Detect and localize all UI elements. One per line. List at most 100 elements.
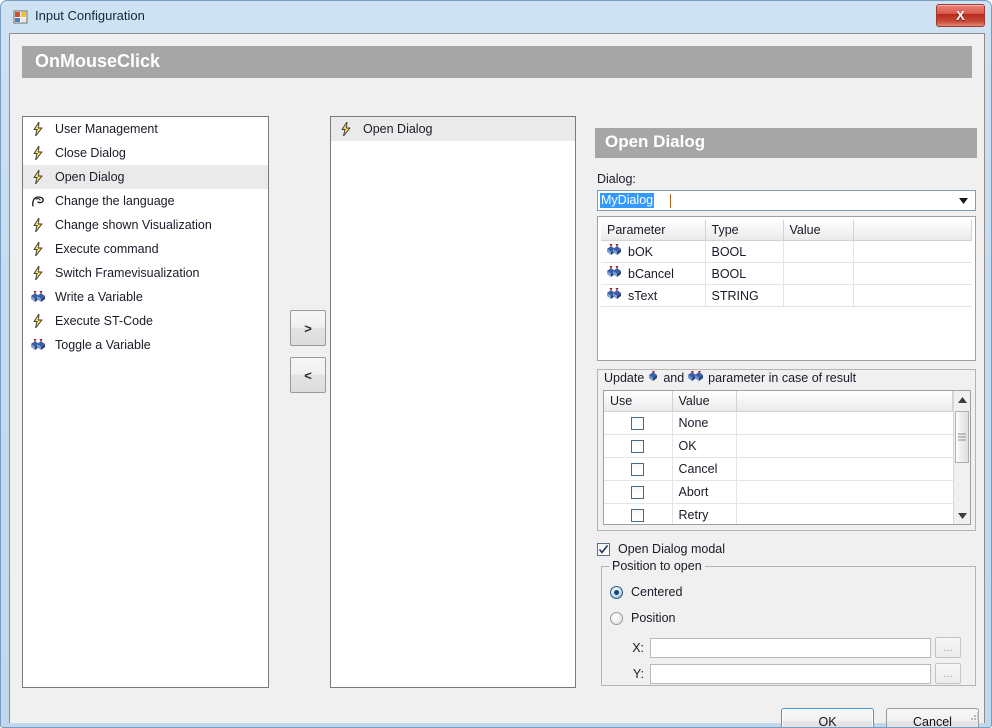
- result-spacer-cell: [736, 434, 953, 458]
- radio-centered-label: Centered: [631, 585, 683, 599]
- radio-position-label: Position: [631, 611, 676, 625]
- list-item-label: Execute command: [55, 242, 159, 256]
- open-dialog-modal-checkbox[interactable]: Open Dialog modal: [597, 542, 725, 556]
- list-item[interactable]: Change the language: [23, 189, 268, 213]
- result-use-cell[interactable]: [604, 434, 673, 458]
- list-item[interactable]: Open Dialog: [331, 117, 575, 141]
- result-column-header[interactable]: Value: [672, 391, 737, 412]
- list-item[interactable]: Switch Framevisualization: [23, 261, 268, 285]
- y-input[interactable]: [650, 663, 931, 684]
- parameter-column-header[interactable]: [853, 220, 972, 241]
- action-detail-panel: Open Dialog Dialog: MyDialog Parameter Ty…: [595, 128, 977, 688]
- assigned-actions-list[interactable]: Open Dialog: [330, 116, 576, 688]
- table-row[interactable]: Cancel: [604, 457, 953, 481]
- close-icon: X: [956, 8, 965, 23]
- list-item-label: Open Dialog: [55, 170, 125, 184]
- result-value-cell: OK: [672, 434, 737, 458]
- x-browse-button[interactable]: ...: [935, 637, 961, 658]
- list-item[interactable]: User Management: [23, 117, 268, 141]
- result-use-cell[interactable]: [604, 457, 673, 481]
- x-input[interactable]: [650, 637, 931, 658]
- inout-variable-icon: [607, 288, 622, 303]
- scroll-up-icon[interactable]: [954, 391, 970, 408]
- resize-grip-icon[interactable]: [968, 709, 980, 721]
- parameter-spacer-cell: [853, 284, 972, 307]
- result-table-scrollbar[interactable]: [953, 391, 970, 524]
- result-spacer-cell: [736, 480, 953, 504]
- detail-banner: Open Dialog: [595, 128, 977, 158]
- checkbox-unchecked-icon[interactable]: [631, 463, 645, 477]
- result-column-header[interactable]: [736, 391, 953, 412]
- position-to-open-group: Position to open Centered Position X: ..…: [601, 559, 976, 686]
- result-title-part1: Update: [604, 371, 645, 385]
- table-row[interactable]: Abort: [604, 480, 953, 504]
- list-item[interactable]: Toggle a Variable: [23, 333, 268, 357]
- result-spacer-cell: [736, 503, 953, 524]
- scroll-down-icon[interactable]: [954, 507, 970, 524]
- parameter-value-cell[interactable]: [783, 262, 854, 285]
- dialog-combobox[interactable]: MyDialog: [597, 190, 976, 211]
- lightning-icon: [337, 121, 355, 137]
- parameter-column-header[interactable]: Type: [705, 220, 784, 241]
- add-action-label: >: [304, 320, 312, 336]
- result-spacer-cell: [736, 457, 953, 481]
- table-row[interactable]: Retry: [604, 503, 953, 524]
- form-icon: [13, 9, 29, 25]
- input-configuration-window: Input Configuration X OnMouseClick User …: [0, 0, 992, 728]
- parameter-value-cell[interactable]: [783, 240, 854, 263]
- inout-variable-icon: [607, 266, 622, 281]
- table-row[interactable]: bCancel BOOL: [601, 262, 972, 285]
- list-item[interactable]: Open Dialog: [23, 165, 268, 189]
- result-use-cell[interactable]: [604, 411, 673, 435]
- radio-centered[interactable]: Centered: [610, 585, 682, 599]
- parameter-column-header[interactable]: Value: [783, 220, 854, 241]
- lightning-icon: [29, 217, 47, 233]
- list-item[interactable]: Close Dialog: [23, 141, 268, 165]
- checkbox-unchecked-icon[interactable]: [631, 417, 645, 431]
- detail-title: Open Dialog: [605, 132, 706, 151]
- result-spacer-cell: [736, 411, 953, 435]
- radio-selected-icon: [610, 585, 623, 599]
- radio-position[interactable]: Position: [610, 611, 675, 625]
- result-use-cell[interactable]: [604, 480, 673, 504]
- result-use-cell[interactable]: [604, 503, 673, 524]
- list-item-label: Switch Framevisualization: [55, 266, 200, 280]
- parameter-value-cell[interactable]: [783, 284, 854, 307]
- result-table-container: Use Value None OK Cancel Abort Retry: [603, 390, 971, 525]
- list-item-label: Change the language: [55, 194, 175, 208]
- chevron-down-icon[interactable]: [955, 191, 971, 210]
- close-button[interactable]: X: [936, 4, 985, 27]
- cancel-button[interactable]: Cancel: [886, 708, 979, 728]
- list-item[interactable]: Execute command: [23, 237, 268, 261]
- result-column-header[interactable]: Use: [604, 391, 673, 412]
- checkbox-unchecked-icon[interactable]: [631, 440, 645, 454]
- list-item[interactable]: Change shown Visualization: [23, 213, 268, 237]
- checkbox-unchecked-icon[interactable]: [631, 486, 645, 500]
- lightning-icon: [29, 241, 47, 257]
- table-row[interactable]: sText STRING: [601, 284, 972, 307]
- table-row[interactable]: bOK BOOL: [601, 240, 972, 263]
- list-item-label: Open Dialog: [363, 122, 433, 136]
- ok-button[interactable]: OK: [781, 708, 874, 727]
- lightning-icon: [29, 169, 47, 185]
- add-action-button[interactable]: >: [290, 310, 326, 346]
- cancel-button-label: Cancel: [913, 714, 952, 728]
- remove-action-button[interactable]: <: [290, 357, 326, 393]
- scrollbar-thumb[interactable]: [955, 411, 969, 463]
- list-item[interactable]: Write a Variable: [23, 285, 268, 309]
- dialog-client-area: OnMouseClick User Management Close Dialog…: [9, 33, 985, 727]
- list-item[interactable]: Execute ST-Code: [23, 309, 268, 333]
- checkbox-unchecked-icon[interactable]: [631, 509, 645, 523]
- remove-action-label: <: [304, 367, 312, 383]
- lightning-icon: [29, 121, 47, 137]
- parameter-name: bCancel: [628, 266, 674, 281]
- lightning-icon: [29, 313, 47, 329]
- dialog-combobox-value: MyDialog: [600, 193, 655, 208]
- y-browse-button[interactable]: ...: [935, 663, 961, 684]
- scrollbar-grip-icon: [958, 432, 966, 443]
- available-actions-list[interactable]: User Management Close Dialog Open Dialog Ch…: [22, 116, 269, 688]
- table-row[interactable]: OK: [604, 434, 953, 458]
- parameter-column-header[interactable]: Parameter: [601, 220, 706, 241]
- table-row[interactable]: None: [604, 411, 953, 435]
- parameter-name-cell: bOK: [601, 240, 706, 263]
